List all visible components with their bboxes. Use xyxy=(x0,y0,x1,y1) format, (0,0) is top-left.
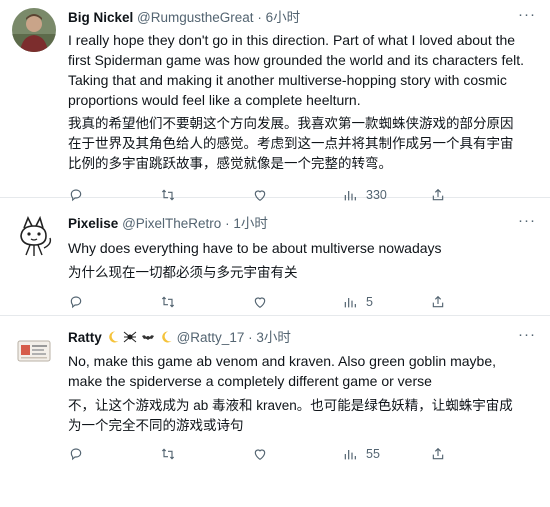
text-line: proportions would feel like a complete h… xyxy=(68,92,361,108)
author-handle[interactable]: @Ratty_17 xyxy=(177,330,245,345)
id-card-avatar-icon[interactable] xyxy=(12,328,56,372)
translation-line: 为一个完全不同的游戏或诗句 xyxy=(68,418,244,433)
text-line: first Spiderman game was how grounded th… xyxy=(68,52,525,68)
timestamp[interactable]: 3小时 xyxy=(256,330,291,345)
more-options-button[interactable]: ··· xyxy=(518,212,536,229)
timestamp[interactable]: 6小时 xyxy=(266,10,301,25)
author-handle[interactable]: @PixelTheRetro xyxy=(122,216,221,231)
like-button[interactable] xyxy=(252,294,268,310)
translation-line: 我真的希望他们不要朝这个方向发展。我喜欢第一款蜘蛛侠游戏的部分原因 xyxy=(68,116,514,131)
action-bar: 55 xyxy=(68,446,468,466)
more-options-button[interactable]: ··· xyxy=(518,326,536,343)
translation-line: 在于世界及其角色给人的感觉。考虑到这一点并将其制作成另一个具有宇宙 xyxy=(68,136,514,151)
text-line: Why does everything have to be about mul… xyxy=(68,240,442,256)
timestamp[interactable]: 1小时 xyxy=(233,216,268,231)
translation-line: 不，让这个游戏成为 ab 毒液和 kraven。也可能是绿色妖精，让蜘蛛宇宙成 xyxy=(68,398,513,413)
author-handle[interactable]: @RumgustheGreat xyxy=(137,10,254,25)
text-line: I really hope they don't go in this dire… xyxy=(68,32,516,48)
share-icon xyxy=(430,294,446,310)
views-icon xyxy=(342,294,358,310)
like-button[interactable] xyxy=(252,446,268,462)
text-line: make the spiderverse a completely differ… xyxy=(68,373,432,389)
tweet[interactable]: Pixelise @PixelTheRetro · 1小时 ··· Why do… xyxy=(0,198,550,316)
translation-text: 不，让这个游戏成为 ab 毒液和 kraven。也可能是绿色妖精，让蜘蛛宇宙成 … xyxy=(68,396,540,436)
views-count: 55 xyxy=(366,447,380,461)
tweet[interactable]: Ratty @Ratty_17 · 3小时 ··· No, make this … xyxy=(0,316,550,507)
moon-icon xyxy=(106,330,120,349)
retweet-icon xyxy=(160,446,176,462)
views-icon xyxy=(342,446,358,462)
tweet-text: No, make this game ab venom and kraven. … xyxy=(68,351,540,391)
views-button[interactable]: 55 xyxy=(342,446,380,462)
reply-button[interactable] xyxy=(68,446,84,462)
author-name[interactable]: Pixelise xyxy=(68,216,118,231)
share-button[interactable] xyxy=(430,446,446,462)
translation-text: 我真的希望他们不要朝这个方向发展。我喜欢第一款蜘蛛侠游戏的部分原因 在于世界及其… xyxy=(68,114,540,174)
translation-line: 为什么现在一切都必须与多元宇宙有关 xyxy=(68,265,298,280)
retweet-icon xyxy=(160,294,176,310)
text-line: No, make this game ab venom and kraven. … xyxy=(68,353,497,369)
reply-button[interactable] xyxy=(68,294,84,310)
views-button[interactable]: 5 xyxy=(342,294,373,310)
separator: · xyxy=(257,10,262,25)
author-name[interactable]: Big Nickel xyxy=(68,10,133,25)
translation-line: 比例的多宇宙跳跃故事，感觉就像是一个完整的转弯。 xyxy=(68,156,392,171)
share-icon xyxy=(430,446,446,462)
retweet-button[interactable] xyxy=(160,294,176,310)
tweet-text: Why does everything have to be about mul… xyxy=(68,238,540,258)
reply-icon xyxy=(68,446,84,462)
separator: · xyxy=(225,216,230,231)
photo-avatar-icon[interactable] xyxy=(12,8,56,52)
reply-icon xyxy=(68,294,84,310)
translation-text: 为什么现在一切都必须与多元宇宙有关 xyxy=(68,263,540,283)
separator: · xyxy=(248,330,253,345)
spider-icon xyxy=(123,330,137,349)
tweet-text: I really hope they don't go in this dire… xyxy=(68,30,540,110)
retweet-button[interactable] xyxy=(160,446,176,462)
like-icon xyxy=(252,446,268,462)
tweet[interactable]: Big Nickel @RumgustheGreat · 6小时 ··· I r… xyxy=(0,0,550,202)
share-button[interactable] xyxy=(430,294,446,310)
action-bar: 5 xyxy=(68,294,468,314)
author-name[interactable]: Ratty xyxy=(68,330,102,345)
moon-icon xyxy=(159,330,173,349)
bat-icon xyxy=(141,330,155,349)
more-options-button[interactable]: ··· xyxy=(518,6,536,23)
sketch-cat-avatar-icon[interactable] xyxy=(12,214,56,258)
like-icon xyxy=(252,294,268,310)
text-line: Taking that and making it another multiv… xyxy=(68,72,507,88)
views-count: 5 xyxy=(366,295,373,309)
